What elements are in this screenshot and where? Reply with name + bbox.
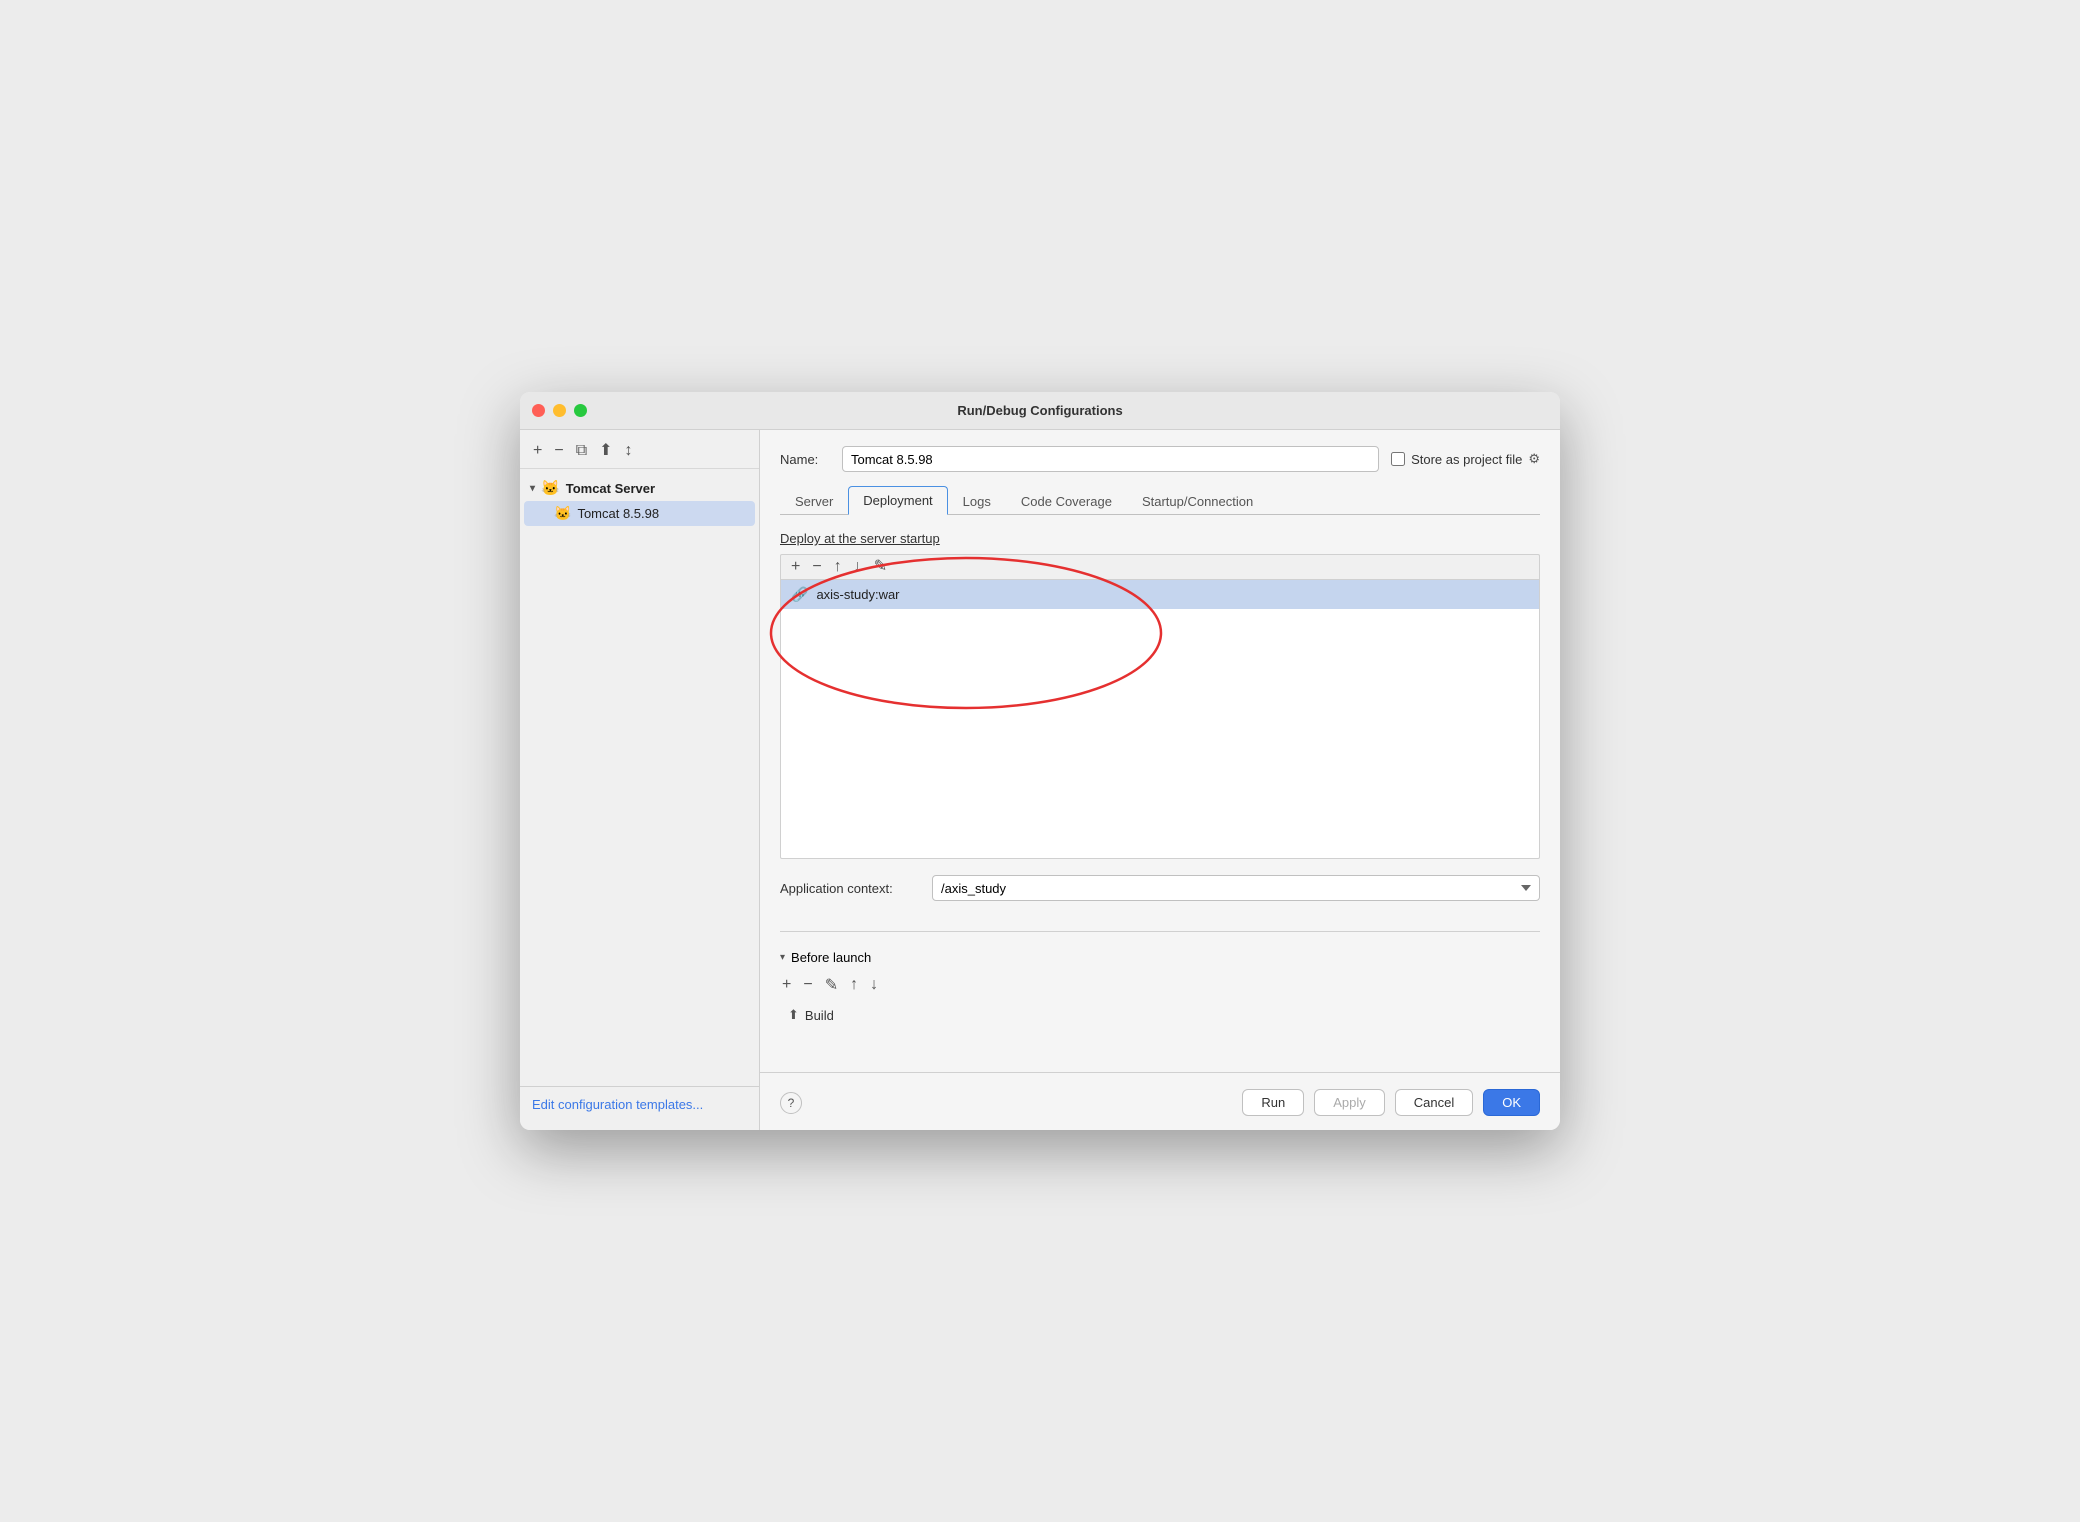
tomcat-server-group: ▾ 🐱 Tomcat Server 🐱 Tomcat 8.5.98 xyxy=(520,473,759,528)
edit-templates-link[interactable]: Edit configuration templates... xyxy=(532,1097,703,1112)
bl-remove-button[interactable]: − xyxy=(801,976,814,994)
deploy-list-item[interactable]: 🔗 axis-study:war xyxy=(781,580,1539,609)
tab-server[interactable]: Server xyxy=(780,487,848,515)
tab-code-coverage[interactable]: Code Coverage xyxy=(1006,487,1127,515)
sidebar-item-tomcat[interactable]: 🐱 Tomcat 8.5.98 xyxy=(524,501,755,526)
before-launch-chevron-icon: ▾ xyxy=(780,952,785,963)
cancel-button[interactable]: Cancel xyxy=(1395,1089,1473,1116)
deployment-section: Deploy at the server startup + − ↑ ↓ ✎ 🔗… xyxy=(780,531,1540,859)
build-item[interactable]: ⬆ Build xyxy=(780,1003,1540,1027)
main-panel: Name: Store as project file ⚙ Server Dep… xyxy=(760,430,1560,1072)
before-launch-toolbar: + − ✎ ↑ ↓ xyxy=(780,973,1540,997)
bl-move-up-button[interactable]: ↑ xyxy=(848,976,860,994)
bl-move-down-button[interactable]: ↓ xyxy=(868,976,880,994)
before-launch-label: Before launch xyxy=(791,950,871,965)
deploy-add-button[interactable]: + xyxy=(789,559,802,575)
move-config-button[interactable]: ⬆ xyxy=(596,442,615,460)
window-title: Run/Debug Configurations xyxy=(957,403,1122,418)
tomcat-server-group-header[interactable]: ▾ 🐱 Tomcat Server xyxy=(520,475,759,501)
store-project-label: Store as project file xyxy=(1411,452,1522,467)
name-label: Name: xyxy=(780,452,830,467)
window-controls xyxy=(532,404,587,417)
close-button[interactable] xyxy=(532,404,545,417)
deploy-remove-button[interactable]: − xyxy=(810,559,823,575)
ok-button[interactable]: OK xyxy=(1483,1089,1540,1116)
context-select[interactable]: /axis_study xyxy=(932,875,1540,901)
divider xyxy=(780,931,1540,932)
bl-add-button[interactable]: + xyxy=(780,976,793,994)
deploy-move-up-button[interactable]: ↑ xyxy=(832,559,844,575)
add-config-button[interactable]: + xyxy=(530,442,545,460)
tab-logs[interactable]: Logs xyxy=(948,487,1006,515)
before-launch-section: ▾ Before launch + − ✎ ↑ ↓ ⬆ Build xyxy=(780,950,1540,1027)
remove-config-button[interactable]: − xyxy=(551,442,566,460)
sort-config-button[interactable]: ↕ xyxy=(622,442,636,460)
sidebar: + − ⧉ ⬆ ↕ ▾ 🐱 Tomcat Server 🐱 Tomcat 8.5… xyxy=(520,430,760,1130)
chevron-down-icon: ▾ xyxy=(530,483,535,494)
help-icon: ? xyxy=(788,1096,795,1110)
war-icon: 🔗 xyxy=(791,586,808,603)
name-row: Name: Store as project file ⚙ xyxy=(780,446,1540,472)
tomcat-group-icon: 🐱 xyxy=(541,479,560,497)
context-label: Application context: xyxy=(780,881,920,896)
help-button[interactable]: ? xyxy=(780,1092,802,1114)
bl-edit-button[interactable]: ✎ xyxy=(823,975,840,995)
name-input[interactable] xyxy=(842,446,1379,472)
gear-icon[interactable]: ⚙ xyxy=(1528,451,1540,467)
tab-deployment[interactable]: Deployment xyxy=(848,486,947,515)
sidebar-item-tomcat-label: Tomcat 8.5.98 xyxy=(577,506,659,521)
deploy-toolbar: + − ↑ ↓ ✎ xyxy=(780,554,1540,579)
deploy-list: 🔗 axis-study:war xyxy=(780,579,1540,859)
footer-buttons: ? Run Apply Cancel OK xyxy=(760,1072,1560,1130)
run-debug-dialog: Run/Debug Configurations + − ⧉ ⬆ ↕ ▾ 🐱 T… xyxy=(520,392,1560,1130)
before-launch-header[interactable]: ▾ Before launch xyxy=(780,950,1540,965)
deploy-section-label: Deploy at the server startup xyxy=(780,531,1540,546)
minimize-button[interactable] xyxy=(553,404,566,417)
sidebar-footer: Edit configuration templates... xyxy=(520,1086,759,1122)
titlebar: Run/Debug Configurations xyxy=(520,392,1560,430)
build-icon: ⬆ xyxy=(788,1007,799,1023)
context-row: Application context: /axis_study xyxy=(780,875,1540,901)
sidebar-toolbar: + − ⧉ ⬆ ↕ xyxy=(520,438,759,469)
window-body: + − ⧉ ⬆ ↕ ▾ 🐱 Tomcat Server 🐱 Tomcat 8.5… xyxy=(520,430,1560,1130)
apply-button[interactable]: Apply xyxy=(1314,1089,1385,1116)
copy-config-button[interactable]: ⧉ xyxy=(573,442,590,460)
store-row: Store as project file ⚙ xyxy=(1391,451,1540,467)
tomcat-item-icon: 🐱 xyxy=(554,505,571,522)
run-button[interactable]: Run xyxy=(1242,1089,1304,1116)
tabs-bar: Server Deployment Logs Code Coverage Sta… xyxy=(780,486,1540,515)
build-item-label: Build xyxy=(805,1008,834,1023)
store-project-checkbox[interactable] xyxy=(1391,452,1405,466)
deploy-list-wrapper: 🔗 axis-study:war xyxy=(780,579,1540,859)
tab-startup-connection[interactable]: Startup/Connection xyxy=(1127,487,1268,515)
deploy-item-label: axis-study:war xyxy=(816,587,899,602)
deploy-edit-button[interactable]: ✎ xyxy=(872,559,889,575)
deploy-move-down-button[interactable]: ↓ xyxy=(852,559,864,575)
tomcat-server-group-label: Tomcat Server xyxy=(566,481,655,496)
maximize-button[interactable] xyxy=(574,404,587,417)
